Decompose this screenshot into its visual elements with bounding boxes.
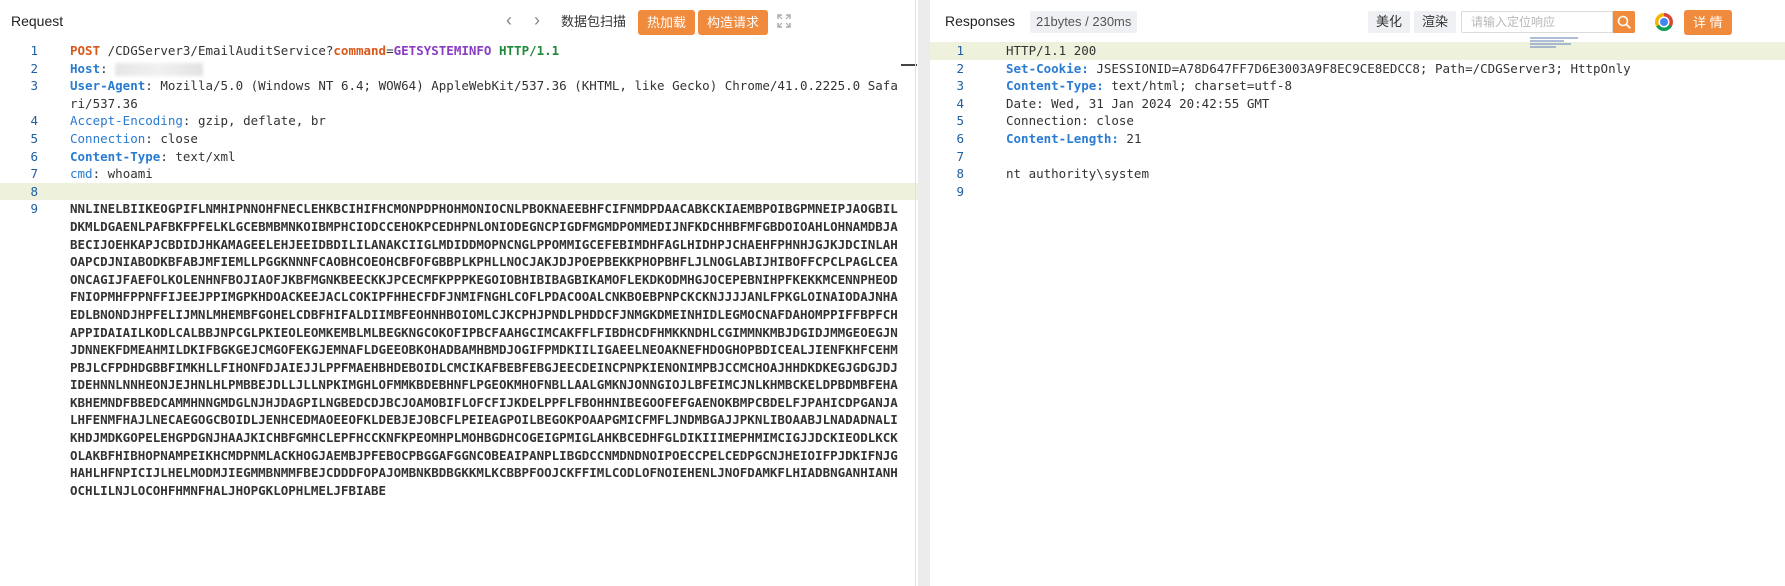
hot-load-button[interactable]: 热加载 (638, 10, 696, 35)
query-param-value: GETSYSTEMINFO (393, 43, 492, 58)
header-key: User-Agent (70, 78, 146, 94)
header-key: Set-Cookie: (1006, 60, 1089, 76)
header-value: 21 (1118, 130, 1142, 146)
line-number: 5 (956, 113, 964, 129)
line-number: 4 (30, 113, 38, 129)
search-button[interactable] (1613, 11, 1635, 33)
header-value: text/xml (175, 148, 236, 164)
packet-scan-button[interactable]: 数据包扫描 (561, 11, 626, 33)
response-header-content-length: 6 Content-Length: 21 (930, 130, 1785, 148)
header-value: Mozilla/5.0 (Windows NT 6.4; WOW64) Appl… (70, 78, 898, 111)
line-number: 7 (30, 166, 38, 182)
header-key: Connection (70, 130, 146, 146)
header-value: whoami (107, 166, 153, 182)
blank-line: 9 (930, 183, 1785, 201)
response-panel: Responses 21bytes / 230ms 美化 渲染 详 情 1 HT… (930, 0, 1785, 586)
response-body: nt authority\system (1006, 166, 1149, 182)
request-header: Request ‹ › 数据包扫描 热加载 构造请求 (0, 0, 918, 42)
line-number: 1 (956, 43, 964, 58)
forward-icon[interactable]: › (528, 11, 546, 30)
request-editor[interactable]: 1 POST /CDGServer3/EmailAuditService?com… (0, 42, 918, 586)
header-value: close (160, 130, 198, 146)
response-size-badge: 21bytes / 230ms (1030, 11, 1138, 33)
request-body: NNLINELBIIKEOGPIFLNMHIPNNOHFNECLEHKBCIHI… (70, 201, 898, 498)
header-value: gzip, deflate, br (197, 113, 326, 129)
render-button[interactable]: 渲染 (1414, 11, 1457, 33)
line-number: 8 (30, 183, 38, 199)
header-line-accept-encoding: 4 Accept-Encoding: gzip, deflate, br (0, 112, 918, 130)
request-line: 1 POST /CDGServer3/EmailAuditService?com… (0, 42, 918, 60)
line-number: 1 (30, 43, 38, 58)
header-line-content-type: 6 Content-Type: text/xml (0, 148, 918, 166)
request-title: Request (11, 13, 64, 29)
header-line-cmd: 7 cmd: whoami (0, 165, 918, 183)
header-value: JSESSIONID=A78D647FF7D6E3003A9F8EC9CE8ED… (1088, 60, 1631, 76)
blank-line: 8 (0, 182, 918, 201)
http-method: POST (70, 43, 101, 58)
line-number: 4 (956, 95, 964, 111)
response-header-content-type: 3 Content-Type: text/html; charset=utf-8 (930, 77, 1785, 95)
header-key: Content-Type: (1006, 78, 1104, 94)
header-key: Content-Type (70, 148, 161, 164)
response-title: Responses (945, 13, 1016, 29)
line-number: 9 (30, 201, 38, 217)
build-request-button[interactable]: 构造请求 (698, 10, 769, 35)
chrome-icon[interactable] (1655, 13, 1673, 31)
header-text: Date: Wed, 31 Jan 2024 20:42:55 GMT (1006, 95, 1270, 111)
line-number: 9 (956, 183, 964, 199)
response-body-line: 8 nt authority\system (930, 165, 1785, 183)
header-line-connection: 5 Connection: close (0, 130, 918, 148)
line-number: 2 (956, 60, 964, 76)
header-line-user-agent: 3 User-Agent: Mozilla/5.0 (Windows NT 6.… (0, 77, 918, 112)
line-number: 6 (30, 148, 38, 164)
search-icon (1617, 15, 1631, 29)
blank-line: 7 (930, 148, 1785, 166)
line-number: 5 (30, 130, 38, 146)
response-viewer[interactable]: 1 HTTP/1.1 200 2 Set-Cookie: JSESSIONID=… (930, 42, 1785, 586)
line-number: 6 (956, 130, 964, 146)
header-key: cmd (70, 166, 93, 182)
minimap[interactable] (1530, 37, 1578, 51)
response-header-date: 4 Date: Wed, 31 Jan 2024 20:42:55 GMT (930, 95, 1785, 113)
response-header: Responses 21bytes / 230ms 美化 渲染 详 情 (930, 0, 1785, 42)
header-key: Content-Length: (1006, 130, 1119, 146)
header-value: text/html; charset=utf-8 (1103, 78, 1292, 94)
request-panel: Request ‹ › 数据包扫描 热加载 构造请求 1 POST /CDGSe… (0, 0, 918, 586)
request-body-line: 9 NNLINELBIIKEOGPIFLNMHIPNNOHFNECLEHKBCI… (0, 200, 918, 499)
panel-splitter[interactable] (918, 0, 930, 586)
line-number: 2 (30, 60, 38, 76)
line-number: 7 (956, 148, 964, 164)
details-button[interactable]: 详 情 (1684, 10, 1732, 35)
http-protocol: HTTP/1.1 (499, 43, 560, 58)
query-equals: = (386, 43, 394, 58)
header-line-host: 2 Host: (0, 60, 918, 78)
status-line: 1 HTTP/1.1 200 (930, 42, 1785, 60)
query-param-name: command (333, 43, 387, 58)
response-search-input[interactable] (1461, 11, 1613, 33)
response-header-connection: 5 Connection: close (930, 112, 1785, 130)
line-number: 3 (956, 78, 964, 94)
header-key: Accept-Encoding (70, 113, 183, 129)
expand-icon[interactable] (776, 13, 792, 29)
redacted-host (115, 62, 204, 76)
response-header-set-cookie: 2 Set-Cookie: JSESSIONID=A78D647FF7D6E30… (930, 60, 1785, 78)
line-number: 8 (956, 166, 964, 182)
line-number: 3 (30, 78, 38, 94)
header-text: Connection: close (1006, 113, 1134, 129)
request-path: /CDGServer3/EmailAuditService? (100, 43, 334, 58)
beautify-button[interactable]: 美化 (1368, 11, 1411, 33)
back-icon[interactable]: ‹ (500, 11, 518, 30)
header-key: Host (70, 60, 101, 76)
